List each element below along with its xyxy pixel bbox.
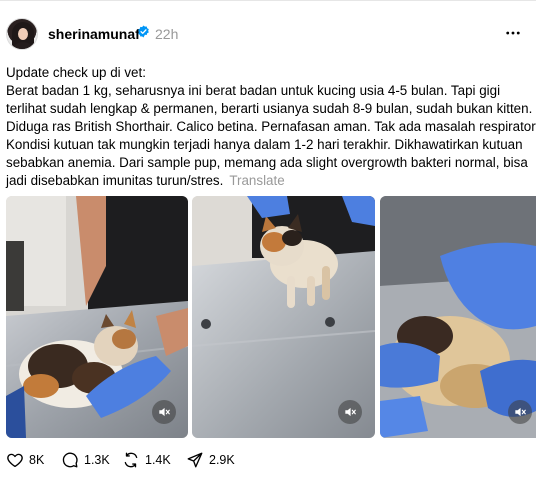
repost-icon xyxy=(124,452,138,468)
video-thumbnail-2[interactable] xyxy=(192,196,375,438)
post-text-last-line: jadi disebabkan imunitas turun/stres. Tra… xyxy=(6,172,531,190)
post-actions: 8K 1.3K 1.4K 2.9K xyxy=(6,450,306,470)
mute-icon xyxy=(159,407,170,417)
like-count: 8K xyxy=(29,453,45,467)
mute-button[interactable] xyxy=(508,400,532,424)
top-divider xyxy=(0,0,536,1)
repost-count: 1.4K xyxy=(145,453,171,467)
share-button[interactable]: 2.9K xyxy=(186,450,235,470)
post-time: 22h xyxy=(155,26,179,42)
more-options-icon[interactable] xyxy=(504,24,522,42)
comment-icon xyxy=(62,452,78,468)
mute-button[interactable] xyxy=(338,400,362,424)
mute-button[interactable] xyxy=(152,400,176,424)
post-text-line: terlihat sudah lengkap & permanen, berar… xyxy=(6,101,533,116)
video-thumbnail-3[interactable] xyxy=(380,196,536,438)
verified-badge-icon xyxy=(138,25,149,38)
mute-icon xyxy=(515,407,526,417)
like-button[interactable]: 8K xyxy=(6,450,44,470)
post-text-line: Berat badan 1 kg, seharusnya ini berat b… xyxy=(6,83,501,98)
share-count: 2.9K xyxy=(209,453,235,467)
post-text-line: jadi disebabkan imunitas turun/stres. xyxy=(6,173,224,188)
post-text-line: sebabkan anemia. Dari sample pup, memang… xyxy=(6,155,528,170)
send-icon xyxy=(187,452,203,468)
post-text-line: Update check up di vet: xyxy=(6,65,146,80)
post-text-line: Diduga ras British Shorthair. Calico bet… xyxy=(6,119,536,134)
repost-button[interactable]: 1.4K xyxy=(122,450,171,470)
heart-icon xyxy=(7,453,23,468)
post-header: sherinamunaf 22h xyxy=(6,18,536,50)
post-text-line: Kondisi kutuan tak mungkin terjadi hanya… xyxy=(6,137,523,152)
avatar[interactable] xyxy=(6,18,38,50)
reply-button[interactable]: 1.3K xyxy=(61,450,110,470)
reply-count: 1.3K xyxy=(84,453,110,467)
video-thumbnail-1[interactable] xyxy=(6,196,188,438)
mute-icon xyxy=(345,407,356,417)
translate-link[interactable]: Translate xyxy=(229,173,284,188)
post-body-text: Update check up di vet: Berat badan 1 kg… xyxy=(6,64,536,190)
username[interactable]: sherinamunaf xyxy=(48,26,140,42)
